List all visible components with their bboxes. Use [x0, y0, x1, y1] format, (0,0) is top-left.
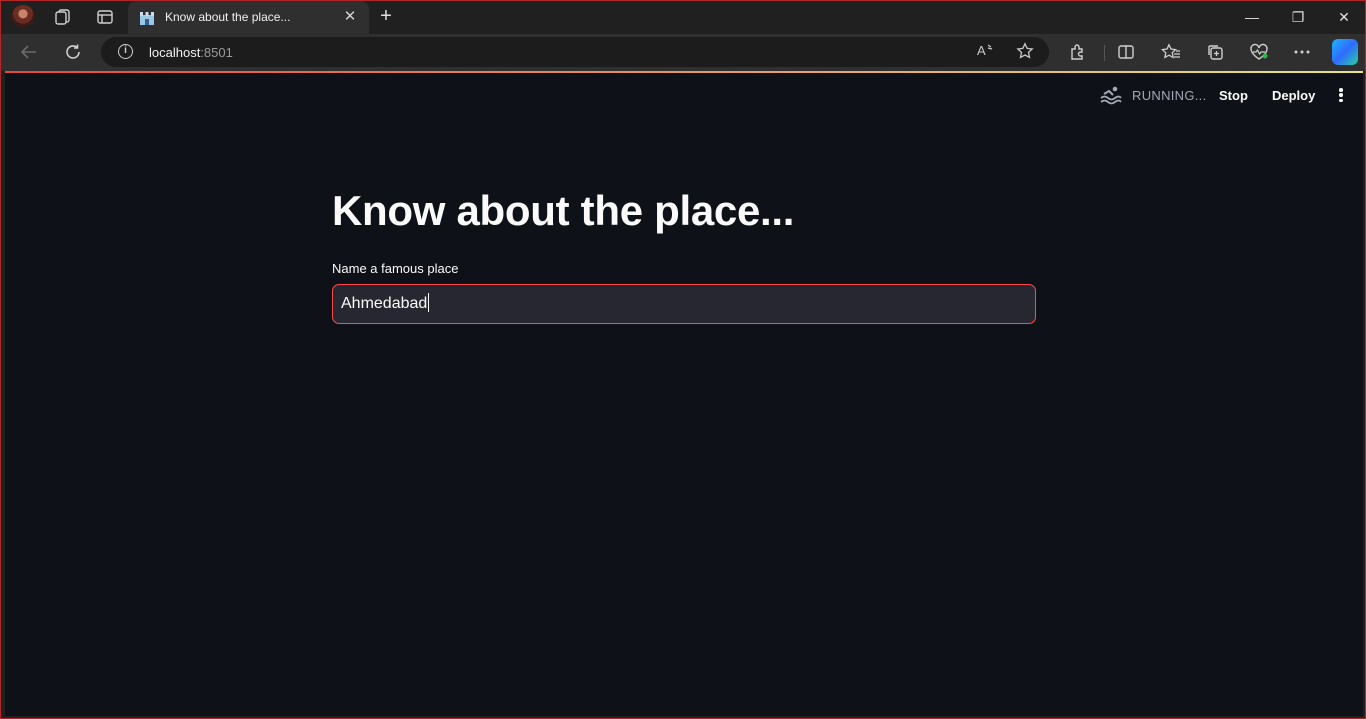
url-text[interactable]: localhost:8501: [149, 45, 233, 60]
restore-button[interactable]: ❐: [1275, 1, 1321, 33]
extensions-icon[interactable]: [1065, 40, 1091, 64]
place-input-label: Name a famous place: [332, 261, 459, 276]
close-icon[interactable]: ✕: [340, 7, 360, 27]
app-page: RUNNING... Stop Deploy Know about the pl…: [5, 71, 1363, 716]
running-status: RUNNING...: [1132, 88, 1207, 103]
browser-toolbar: i localhost:8501 A: [1, 34, 1365, 71]
svg-text:A: A: [977, 43, 986, 58]
more-icon[interactable]: [1289, 40, 1315, 64]
read-aloud-icon[interactable]: A: [974, 42, 996, 62]
running-progress-line: [5, 71, 1363, 73]
copilot-icon[interactable]: [1332, 39, 1358, 65]
deploy-button[interactable]: Deploy: [1272, 88, 1315, 103]
place-input-container[interactable]: Ahmedabad: [332, 284, 1036, 324]
site-info-icon[interactable]: i: [118, 44, 133, 59]
back-icon[interactable]: [16, 40, 42, 64]
browser-window: Know about the place... ✕ + — ❐ ✕ i loca…: [0, 0, 1366, 719]
place-input-value: Ahmedabad: [341, 295, 428, 312]
swimmer-running-icon: [1100, 86, 1122, 105]
split-screen-icon[interactable]: [1113, 40, 1139, 64]
favorites-icon[interactable]: [1158, 40, 1184, 64]
browser-essentials-icon[interactable]: [1246, 40, 1272, 64]
address-bar[interactable]: i localhost:8501 A: [101, 37, 1049, 67]
place-input[interactable]: Ahmedabad: [341, 285, 1021, 323]
tab-strip: Know about the place... ✕ + — ❐ ✕: [1, 1, 1365, 34]
page-title: Know about the place...: [332, 187, 795, 234]
favorite-star-icon[interactable]: [1014, 42, 1036, 62]
tab-active[interactable]: Know about the place... ✕: [128, 1, 369, 34]
main-menu-icon[interactable]: [1334, 85, 1348, 105]
text-caret: [428, 293, 430, 312]
tab-actions-icon[interactable]: [93, 6, 117, 28]
url-host: localhost: [149, 45, 201, 60]
castle-favicon-icon: [140, 12, 154, 25]
tab-title: Know about the place...: [165, 10, 291, 24]
toolbar-separator: [1104, 45, 1105, 61]
new-tab-button[interactable]: +: [374, 5, 398, 29]
window-close-button[interactable]: ✕: [1321, 1, 1366, 33]
stop-button[interactable]: Stop: [1219, 88, 1248, 103]
profile-avatar[interactable]: [11, 5, 35, 27]
workspaces-icon[interactable]: [51, 6, 75, 28]
url-port: :8501: [200, 45, 233, 60]
collections-icon[interactable]: [1202, 40, 1228, 64]
minimize-button[interactable]: —: [1229, 1, 1275, 33]
refresh-icon[interactable]: [60, 40, 86, 64]
